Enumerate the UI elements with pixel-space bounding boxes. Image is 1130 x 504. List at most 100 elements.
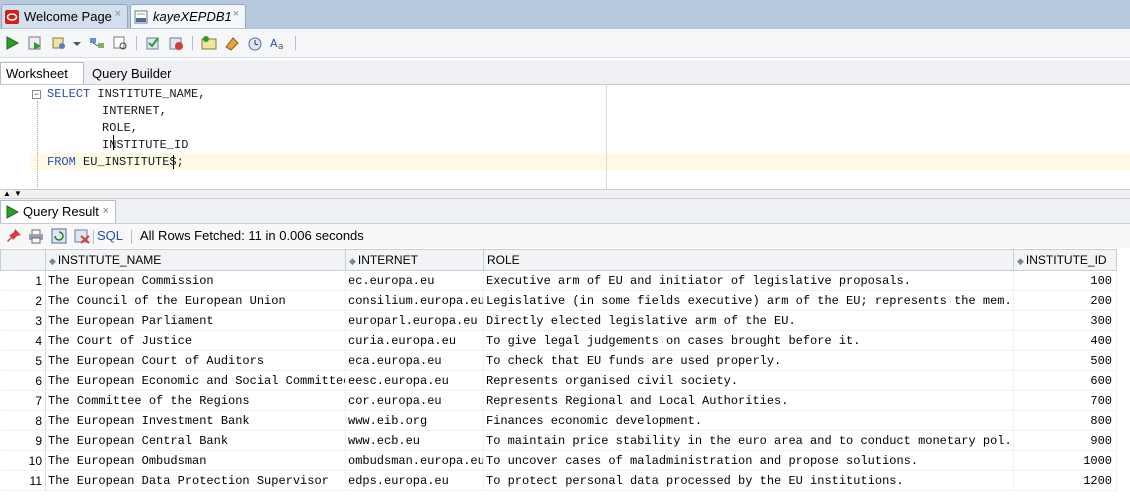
row-number-cell[interactable]: 5 (0, 350, 46, 371)
table-row[interactable]: 5 The European Court of Auditors eca.europ… (0, 350, 1117, 371)
internet-cell[interactable]: www.eib.org (345, 410, 484, 431)
run-statement-icon[interactable] (4, 35, 20, 51)
role-cell[interactable]: Legislative (in some fields executive) a… (483, 290, 1014, 311)
autotrace-icon[interactable] (51, 35, 67, 51)
role-cell[interactable]: Finances economic development. (483, 410, 1014, 431)
result-grid[interactable]: ◆ INSTITUTE_NAME ◆ INTERNET ROLE ◆ INSTITUT… (0, 249, 1130, 504)
institute-id-cell[interactable]: 600 (1013, 370, 1117, 391)
internet-cell[interactable]: www.ecb.eu (345, 430, 484, 451)
format-icon[interactable]: Aa (270, 35, 286, 51)
institute-name-cell[interactable]: The European Central Bank (45, 430, 346, 451)
role-cell[interactable]: To check that EU funds are used properly… (483, 350, 1014, 371)
tab-connection-worksheet[interactable]: kayeXEPDB1 × (130, 4, 246, 28)
sql-history-icon[interactable] (247, 35, 263, 51)
institute-id-cell[interactable]: 200 (1013, 290, 1117, 311)
institute-id-cell[interactable]: 400 (1013, 330, 1117, 351)
commit-icon[interactable] (145, 35, 161, 51)
role-cell[interactable]: To maintain price stability in the euro … (483, 430, 1014, 451)
column-header-internet[interactable]: ◆ INTERNET (345, 249, 484, 271)
table-row[interactable]: 1 The European Commission ec.europa.eu Exec… (0, 270, 1117, 291)
role-cell[interactable]: To uncover cases of maladministration an… (483, 450, 1014, 471)
institute-name-cell[interactable]: The European Parliament (45, 310, 346, 331)
sql-tuning-icon[interactable] (112, 35, 128, 51)
institute-name-cell[interactable]: The European Economic and Social Committ… (45, 370, 346, 391)
sql-link[interactable]: SQL (97, 228, 123, 243)
pane-splitter[interactable]: ▲ ▼ (0, 189, 1130, 199)
institute-id-cell[interactable]: 100 (1013, 270, 1117, 291)
row-number-cell[interactable]: 9 (0, 430, 46, 451)
institute-id-cell[interactable]: 300 (1013, 310, 1117, 331)
internet-cell[interactable]: eca.europa.eu (345, 350, 484, 371)
cancel-query-icon[interactable] (74, 228, 90, 244)
close-icon[interactable]: × (233, 8, 239, 20)
print-icon[interactable] (28, 228, 44, 244)
column-header-institute-name[interactable]: ◆ INSTITUTE_NAME (45, 249, 346, 271)
row-number-cell[interactable]: 3 (0, 310, 46, 331)
role-cell[interactable]: To protect personal data processed by th… (483, 470, 1014, 491)
table-row[interactable]: 11 The European Data Protection Superviso… (0, 470, 1117, 491)
role-cell[interactable]: Represents organised civil society. (483, 370, 1014, 391)
internet-cell[interactable]: consilium.europa.eu (345, 290, 484, 311)
institute-id-cell[interactable]: 700 (1013, 390, 1117, 411)
row-number-cell[interactable]: 4 (0, 330, 46, 351)
collapse-icon[interactable]: − (32, 90, 41, 99)
pin-icon[interactable] (6, 228, 22, 244)
institute-name-cell[interactable]: The European Investment Bank (45, 410, 346, 431)
internet-cell[interactable]: cor.europa.eu (345, 390, 484, 411)
tab-worksheet[interactable]: Worksheet (0, 62, 84, 84)
table-row[interactable]: 3 The European Parliament europarl.europa.… (0, 310, 1117, 331)
tab-welcome-page[interactable]: Welcome Page × (1, 4, 128, 28)
row-number-cell[interactable]: 8 (0, 410, 46, 431)
dropdown-icon[interactable] (72, 35, 82, 51)
rollback-icon[interactable] (168, 35, 184, 51)
institute-id-cell[interactable]: 1200 (1013, 470, 1117, 491)
row-number-cell[interactable]: 1 (0, 270, 46, 291)
row-number-cell[interactable]: 7 (0, 390, 46, 411)
close-icon[interactable]: × (115, 8, 121, 20)
role-cell[interactable]: Directly elected legislative arm of the … (483, 310, 1014, 331)
internet-cell[interactable]: ec.europa.eu (345, 270, 484, 291)
close-icon[interactable]: × (103, 201, 109, 222)
institute-name-cell[interactable]: The European Ombudsman (45, 450, 346, 471)
run-script-icon[interactable] (27, 35, 43, 51)
row-number-cell[interactable]: 6 (0, 370, 46, 391)
internet-cell[interactable]: eesc.europa.eu (345, 370, 484, 391)
institute-name-cell[interactable]: The Council of the European Union (45, 290, 346, 311)
row-number-header[interactable] (0, 249, 46, 271)
column-header-institute-id[interactable]: ◆ INSTITUTE_ID (1013, 249, 1117, 271)
table-row[interactable]: 4 The Court of Justice curia.europa.eu To g… (0, 330, 1117, 351)
splitter-down-arrow-icon[interactable]: ▼ (14, 189, 22, 198)
institute-id-cell[interactable]: 800 (1013, 410, 1117, 431)
row-number-cell[interactable]: 2 (0, 290, 46, 311)
row-number-cell[interactable]: 10 (0, 450, 46, 471)
table-row[interactable]: 7 The Committee of the Regions cor.europa.… (0, 390, 1117, 411)
institute-id-cell[interactable]: 1000 (1013, 450, 1117, 471)
sql-editor[interactable]: − SELECT INSTITUTE_NAME, INTERNET, ROLE,… (0, 85, 1130, 190)
institute-name-cell[interactable]: The Court of Justice (45, 330, 346, 351)
row-number-cell[interactable]: 11 (0, 470, 46, 491)
explain-plan-icon[interactable] (89, 35, 105, 51)
internet-cell[interactable]: ombudsman.europa.eu (345, 450, 484, 471)
clear-icon[interactable] (224, 35, 240, 51)
internet-cell[interactable]: edps.europa.eu (345, 470, 484, 491)
tab-query-result[interactable]: Query Result × (0, 200, 116, 223)
tab-query-builder[interactable]: Query Builder (92, 64, 171, 84)
institute-name-cell[interactable]: The Committee of the Regions (45, 390, 346, 411)
internet-cell[interactable]: europarl.europa.eu (345, 310, 484, 331)
column-header-role[interactable]: ROLE (483, 249, 1014, 271)
table-row[interactable]: 8 The European Investment Bank www.eib.org… (0, 410, 1117, 431)
institute-id-cell[interactable]: 900 (1013, 430, 1117, 451)
institute-id-cell[interactable]: 500 (1013, 350, 1117, 371)
role-cell[interactable]: Executive arm of EU and initiator of leg… (483, 270, 1014, 291)
table-row[interactable]: 6 The European Economic and Social Commit… (0, 370, 1117, 391)
institute-name-cell[interactable]: The European Data Protection Supervisor (45, 470, 346, 491)
refresh-icon[interactable] (51, 228, 67, 244)
institute-name-cell[interactable]: The European Commission (45, 270, 346, 291)
role-cell[interactable]: Represents Regional and Local Authoritie… (483, 390, 1014, 411)
role-cell[interactable]: To give legal judgements on cases brough… (483, 330, 1014, 351)
splitter-up-arrow-icon[interactable]: ▲ (3, 189, 11, 198)
table-row[interactable]: 2 The Council of the European Union consil… (0, 290, 1117, 311)
unshared-sql-icon[interactable] (201, 35, 217, 51)
institute-name-cell[interactable]: The European Court of Auditors (45, 350, 346, 371)
table-row[interactable]: 10 The European Ombudsman ombudsman.europa… (0, 450, 1117, 471)
